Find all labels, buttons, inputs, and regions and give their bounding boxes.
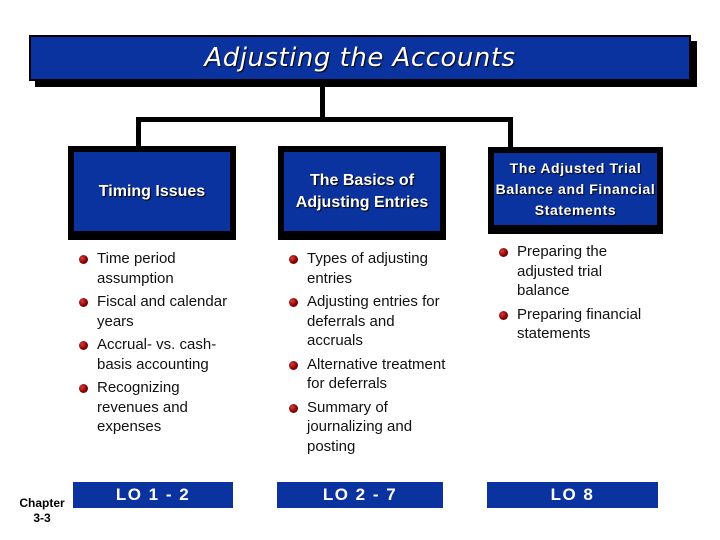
list-item: Recognizing revenues and expenses: [73, 378, 243, 437]
connector-horizontal: [136, 117, 513, 122]
lo-label: LO 1 - 2: [115, 485, 191, 504]
lo-bar-2-7: LO 2 - 7: [277, 482, 443, 508]
diagram-title: Adjusting the Accounts: [204, 43, 516, 73]
heading-box-adjusted-trial-balance: The Adjusted Trial Balance and Financial…: [488, 147, 663, 234]
topic-list-timing-issues: Time period assumption Fiscal and calend…: [73, 249, 243, 441]
heading-text: Timing Issues: [98, 182, 206, 200]
heading-box-timing-issues: Timing Issues: [68, 146, 236, 240]
topic-list-basics-adjusting-entries: Types of adjusting entries Adjusting ent…: [283, 249, 453, 460]
connector-left-drop: [136, 117, 141, 148]
bullet-icon: [79, 341, 88, 350]
bullet-icon: [79, 255, 88, 264]
list-item: Types of adjusting entries: [283, 249, 453, 288]
chapter-number: 3-3: [33, 511, 51, 525]
heading-text: The Basics of Adjusting Entries: [295, 171, 429, 211]
heading-text: The Adjusted Trial Balance and Financial…: [495, 159, 656, 218]
chapter-label: Chapter 3-3: [14, 496, 70, 526]
bullet-icon: [79, 298, 88, 307]
bullet-icon: [289, 255, 298, 264]
list-item: Time period assumption: [73, 249, 243, 288]
lo-bar-1-2: LO 1 - 2: [73, 482, 233, 508]
bullet-icon: [289, 403, 298, 413]
list-item: Accrual- vs. cash-basis accounting: [73, 335, 243, 374]
connector-trunk: [320, 81, 325, 120]
list-item: Preparing financial statements: [493, 305, 643, 344]
list-item: Fiscal and calendar years: [73, 292, 243, 331]
bullet-icon: [499, 310, 508, 320]
chapter-word: Chapter: [19, 496, 65, 510]
title-bar: Adjusting the Accounts: [29, 35, 691, 81]
bullet-icon: [499, 248, 508, 257]
heading-box-basics-adjusting-entries: The Basics of Adjusting Entries: [278, 146, 446, 240]
list-item: Alternative treatment for deferrals: [283, 355, 453, 394]
lo-label: LO 8: [550, 485, 595, 504]
connector-right-drop: [508, 117, 513, 149]
bullet-icon: [289, 360, 298, 370]
lo-bar-8: LO 8: [487, 482, 658, 508]
lo-label: LO 2 - 7: [322, 485, 398, 504]
list-item: Preparing the adjusted trial balance: [493, 242, 643, 301]
list-item: Adjusting entries for deferrals and accr…: [283, 292, 453, 351]
topic-list-adjusted-trial-balance: Preparing the adjusted trial balance Pre…: [493, 242, 643, 348]
list-item: Summary of journalizing and posting: [283, 398, 453, 457]
bullet-icon: [289, 298, 298, 307]
bullet-icon: [79, 384, 88, 393]
